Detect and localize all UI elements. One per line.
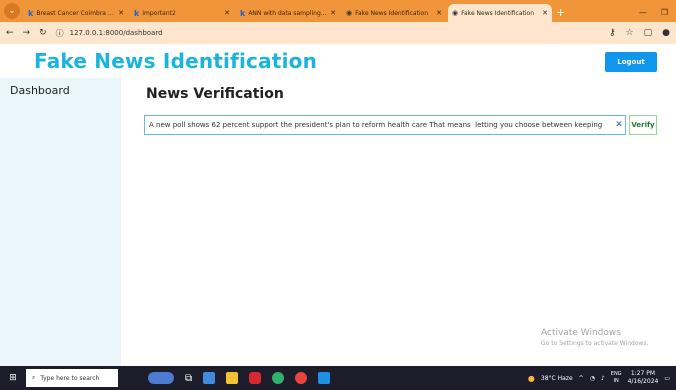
news-text-input[interactable] <box>145 116 613 134</box>
brand-title: Fake News Identification <box>34 49 318 73</box>
close-icon[interactable]: ✕ <box>436 9 442 17</box>
minimize-icon[interactable]: — <box>639 8 647 17</box>
volume-icon[interactable]: ♪ <box>601 375 605 382</box>
chevron-up-icon[interactable]: ^ <box>579 375 584 382</box>
clock-date: 4/16/2024 <box>627 378 659 385</box>
maximize-icon[interactable]: ❐ <box>661 8 668 17</box>
browser-tab[interactable]: k ANN with data sampling · E ✕ <box>236 4 340 22</box>
lang-region: IN <box>613 378 619 384</box>
tab-label: important2 <box>142 9 176 17</box>
forward-icon[interactable]: → <box>23 28 31 38</box>
tab-label: ANN with data sampling · E <box>248 9 328 17</box>
close-icon[interactable]: ✕ <box>330 9 336 17</box>
tab-search-menu-icon[interactable]: ⌄ <box>4 3 20 19</box>
clock-time: 1:27 PM <box>630 370 656 377</box>
file-explorer-icon[interactable] <box>226 372 239 384</box>
clear-input-icon[interactable]: ✕ <box>613 120 625 130</box>
reload-icon[interactable]: ↻ <box>39 28 47 38</box>
clock[interactable]: 1:27 PM 4/16/2024 <box>628 370 659 386</box>
search-placeholder: Type here to search <box>40 374 100 382</box>
tab-label: Fake News Identification <box>355 9 429 17</box>
url-text: 127.0.0.1:8000/dashboard <box>69 29 163 37</box>
browser-tab[interactable]: k Breast Cancer Coimbra Data ✕ <box>24 4 128 22</box>
vscode-icon[interactable] <box>318 372 331 384</box>
url-field[interactable]: ⓘ 127.0.0.1:8000/dashboard <box>56 25 600 41</box>
app-icon[interactable] <box>203 372 216 384</box>
close-icon[interactable]: ✕ <box>224 9 230 17</box>
wifi-icon[interactable]: ◔ <box>590 375 595 382</box>
browser-tab-active[interactable]: ◉ Fake News Identification ✕ <box>448 4 552 22</box>
address-bar: ← → ↻ ⓘ 127.0.0.1:8000/dashboard ⚷ ☆ ▢ ● <box>0 22 676 44</box>
main-content: News Verification ✕ Verify Activate Wind… <box>121 78 676 366</box>
browser-tab[interactable]: ◉ Fake News Identification ✕ <box>342 4 446 22</box>
new-tab-icon[interactable]: + <box>556 6 565 19</box>
site-info-icon[interactable]: ⓘ <box>56 28 64 39</box>
weather-icon: ● <box>527 373 535 383</box>
sidebar: Dashboard <box>0 78 121 366</box>
watermark-line1: Activate Windows <box>541 328 621 338</box>
task-view-icon[interactable]: ⧉ <box>185 373 192 384</box>
logout-button[interactable]: Logout <box>605 52 657 72</box>
app-icon[interactable] <box>272 372 285 384</box>
page-title: News Verification <box>146 86 284 102</box>
taskbar-search-box[interactable]: ⌕ Type here to search <box>26 369 118 387</box>
close-icon[interactable]: ✕ <box>542 9 548 17</box>
kaggle-favicon-icon: k <box>28 8 34 18</box>
window-controls: — ❐ <box>639 8 676 22</box>
system-tray: ● 38°C Haze ^ ◔ ♪ ENG IN 1:27 PM 4/16/20… <box>528 370 676 386</box>
globe-favicon-icon: ◉ <box>346 9 353 17</box>
back-icon[interactable]: ← <box>6 28 14 38</box>
language-indicator[interactable]: ENG IN <box>611 371 622 385</box>
kaggle-favicon-icon: k <box>134 8 140 18</box>
search-icon: ⌕ <box>32 374 36 381</box>
windows-taskbar: ⊞ ⌕ Type here to search ⧉ ● 38°C Haze ^ … <box>0 366 676 390</box>
windows-start-icon[interactable]: ⊞ <box>0 366 26 390</box>
lang-code: ENG <box>610 371 622 377</box>
app-icon[interactable] <box>249 372 262 384</box>
notification-icon[interactable]: ▭ <box>664 375 670 382</box>
key-icon[interactable]: ⚷ <box>609 28 616 38</box>
weather-text[interactable]: 38°C Haze <box>541 375 573 382</box>
kaggle-favicon-icon: k <box>240 8 246 18</box>
sidebar-item-dashboard[interactable]: Dashboard <box>10 84 70 97</box>
close-icon[interactable]: ✕ <box>118 9 124 17</box>
browser-tab[interactable]: k important2 ✕ <box>130 4 234 22</box>
activate-windows-watermark: Activate Windows Go to Settings to activ… <box>541 328 648 347</box>
news-input-wrapper: ✕ <box>144 115 626 135</box>
globe-favicon-icon: ◉ <box>452 9 459 17</box>
news-widget-icon[interactable] <box>148 372 174 384</box>
profile-avatar-icon[interactable]: ● <box>662 28 670 38</box>
watermark-line2: Go to Settings to activate Windows. <box>541 340 649 347</box>
chrome-icon[interactable] <box>295 372 308 384</box>
tab-label: Breast Cancer Coimbra Data <box>36 9 116 17</box>
bookmark-star-icon[interactable]: ☆ <box>626 28 634 38</box>
extensions-icon[interactable]: ▢ <box>644 28 653 38</box>
app-header: Fake News Identification Logout <box>0 44 676 78</box>
browser-tab-strip: ⌄ k Breast Cancer Coimbra Data ✕ k impor… <box>0 0 676 22</box>
verify-button[interactable]: Verify <box>629 115 657 135</box>
tab-label: Fake News Identification <box>461 9 535 17</box>
